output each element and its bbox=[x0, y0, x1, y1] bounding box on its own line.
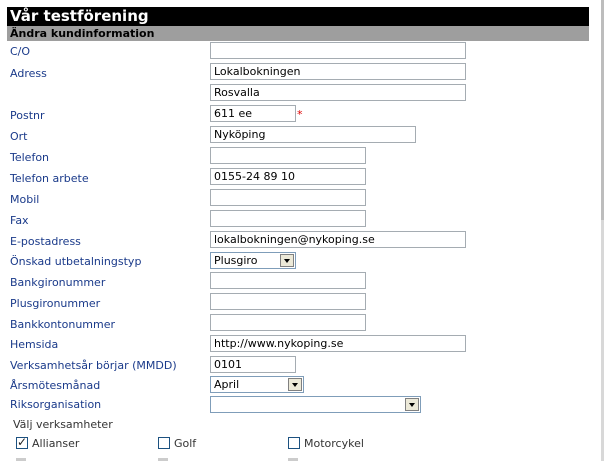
checkbox-label: Motorcykel bbox=[304, 437, 364, 450]
arsmotesmanad-select[interactable]: April bbox=[210, 376, 304, 393]
ort-label: Ort bbox=[10, 130, 28, 143]
telefon-label: Telefon bbox=[10, 151, 50, 164]
verksamhetsar-label: Verksamhetsår börjar (MMDD) bbox=[10, 359, 177, 372]
bankkonto-input[interactable] bbox=[210, 314, 366, 331]
plusgiro-input[interactable] bbox=[210, 293, 366, 310]
adress-input-2[interactable]: Rosvalla bbox=[210, 84, 466, 101]
arsmotesmanad-label: Årsmötesmånad bbox=[10, 379, 101, 392]
riksorganisation-select[interactable] bbox=[210, 396, 421, 413]
fax-input[interactable] bbox=[210, 210, 366, 227]
hemsida-label: Hemsida bbox=[10, 338, 59, 351]
checkbox-input[interactable] bbox=[16, 435, 28, 449]
bankgiro-input[interactable] bbox=[210, 272, 366, 289]
verksamheter-label: Välj verksamheter bbox=[13, 418, 113, 431]
chevron-down-icon[interactable] bbox=[405, 398, 419, 411]
telefon-arbete-input[interactable]: 0155-24 89 10 bbox=[210, 168, 366, 185]
ort-input[interactable]: Nyköping bbox=[210, 126, 416, 143]
chevron-down-icon[interactable] bbox=[280, 254, 294, 267]
postnr-label: Postnr bbox=[10, 109, 45, 122]
mobil-input[interactable] bbox=[210, 189, 366, 206]
co-label: C/O bbox=[10, 45, 31, 58]
postnr-input[interactable]: 611 ee bbox=[210, 105, 296, 122]
utbetalningstyp-value: Plusgiro bbox=[214, 254, 258, 267]
arsmotesmanad-value: April bbox=[214, 378, 240, 391]
co-input[interactable] bbox=[210, 42, 466, 59]
riksorganisation-label: Riksorganisation bbox=[10, 398, 102, 411]
bankgiro-label: Bankgironummer bbox=[10, 276, 106, 289]
utbetalningstyp-label: Önskad utbetalningstyp bbox=[10, 255, 142, 268]
checkbox-input[interactable] bbox=[158, 437, 170, 449]
chevron-down-icon[interactable] bbox=[288, 378, 302, 391]
section-heading: Ändra kundinformation bbox=[7, 26, 589, 41]
telefon-arbete-label: Telefon arbete bbox=[10, 172, 89, 185]
page-title: Vår testförening bbox=[7, 7, 589, 26]
utbetalningstyp-select[interactable]: Plusgiro bbox=[210, 252, 296, 269]
checkbox-label: Allianser bbox=[32, 437, 80, 450]
email-input[interactable]: lokalbokningen@nykoping.se bbox=[210, 231, 466, 248]
checkbox-input[interactable] bbox=[288, 437, 300, 449]
bankkonto-label: Bankkontonummer bbox=[10, 318, 116, 331]
fax-label: Fax bbox=[10, 214, 29, 227]
epost-label: E-postadress bbox=[10, 235, 81, 248]
required-marker: * bbox=[297, 108, 303, 121]
hemsida-input[interactable]: http://www.nykoping.se bbox=[210, 335, 466, 352]
mobil-label: Mobil bbox=[10, 193, 40, 206]
verksamhetsar-input[interactable]: 0101 bbox=[210, 356, 296, 373]
telefon-input[interactable] bbox=[210, 147, 366, 164]
plusgiro-label: Plusgironummer bbox=[10, 297, 101, 310]
checkbox-label: Golf bbox=[174, 437, 197, 450]
adress-label: Adress bbox=[10, 67, 47, 80]
adress-input-1[interactable]: Lokalbokningen bbox=[210, 63, 466, 80]
